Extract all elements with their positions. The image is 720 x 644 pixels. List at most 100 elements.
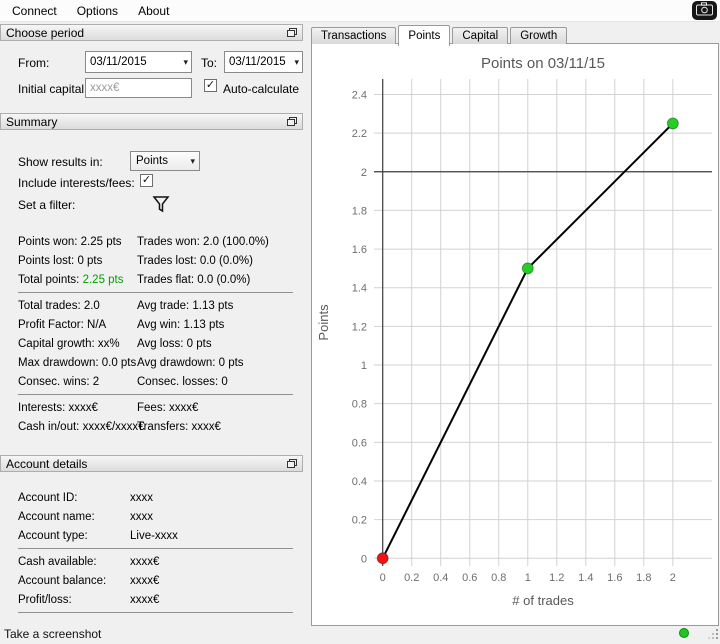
y-tick-label: 1 bbox=[361, 360, 367, 372]
account-details-header: Account details bbox=[0, 455, 303, 472]
tab-growth[interactable]: Growth bbox=[510, 27, 568, 44]
stat-interests: Interests: xxxx€ bbox=[18, 401, 98, 414]
cash-available-value: xxxx€ bbox=[130, 555, 160, 568]
tab-capital[interactable]: Capital bbox=[452, 27, 509, 44]
stat-cash-in-out: Cash in/out: xxxx€/xxxx€ bbox=[18, 420, 145, 433]
stat-total-points-label: Total points: bbox=[18, 273, 80, 286]
x-tick-label: 0.4 bbox=[433, 572, 448, 584]
y-tick-label: 1.2 bbox=[352, 321, 367, 333]
tab-transactions[interactable]: Transactions bbox=[311, 27, 397, 44]
include-interests-label: Include interests/fees: bbox=[18, 176, 135, 190]
divider bbox=[18, 612, 293, 613]
account-details-title: Account details bbox=[6, 456, 88, 471]
camera-screenshot-button[interactable] bbox=[692, 1, 717, 20]
stat-fees: Fees: xxxx€ bbox=[137, 401, 199, 414]
from-date-select[interactable]: 03/11/2015 ▾ bbox=[85, 51, 192, 73]
include-interests-checkbox[interactable]: ✓ bbox=[140, 174, 153, 187]
chart-title: Points on 03/11/15 bbox=[481, 55, 605, 72]
account-name-value: xxxx bbox=[130, 510, 153, 523]
stat-profit-factor: Profit Factor: N/A bbox=[18, 318, 107, 331]
x-tick-label: 0 bbox=[380, 572, 386, 584]
x-tick-label: 1.8 bbox=[636, 572, 651, 584]
y-axis-label: Points bbox=[316, 304, 331, 341]
profit-loss-value: xxxx€ bbox=[130, 593, 160, 606]
from-date-value: 03/11/2015 bbox=[90, 56, 147, 68]
account-balance-label: Account balance: bbox=[18, 574, 107, 587]
menu-options[interactable]: Options bbox=[67, 1, 128, 21]
x-tick-label: 0.6 bbox=[462, 572, 477, 584]
app-window: Connect Options About Choose period From… bbox=[0, 0, 720, 644]
stat-avg-drawdown: Avg drawdown: 0 pts bbox=[137, 356, 244, 369]
to-label: To: bbox=[201, 56, 218, 70]
stats-row: Total trades: 2.0 Avg trade: 1.13 pts bbox=[0, 296, 303, 315]
x-tick-label: 1.6 bbox=[607, 572, 622, 584]
detach-panel-icon[interactable] bbox=[287, 117, 297, 126]
account-type-value: Live-xxxx bbox=[130, 529, 178, 542]
y-tick-label: 2 bbox=[361, 167, 367, 179]
stats-row: Max drawdown: 0.0 pts Avg drawdown: 0 pt… bbox=[0, 353, 303, 372]
account-row: Account name: xxxx bbox=[0, 507, 303, 526]
stat-max-drawdown: Max drawdown: 0.0 pts bbox=[18, 356, 137, 369]
status-indicator-dot bbox=[679, 628, 689, 638]
data-point bbox=[376, 552, 389, 565]
menu-about[interactable]: About bbox=[128, 1, 179, 21]
detach-panel-icon[interactable] bbox=[287, 459, 297, 468]
chevron-down-icon: ▾ bbox=[294, 56, 299, 67]
stat-transfers: Transfers: xxxx€ bbox=[137, 420, 221, 433]
chevron-down-icon: ▾ bbox=[190, 155, 195, 166]
x-tick-label: 1.4 bbox=[578, 572, 593, 584]
stats-row: Consec. wins: 2 Consec. losses: 0 bbox=[0, 372, 303, 391]
account-row: Account type: Live-xxxx bbox=[0, 526, 303, 545]
stats-row: Total points: 2.25 pts Trades flat: 0.0 … bbox=[0, 270, 303, 289]
x-tick-label: 0.8 bbox=[491, 572, 506, 584]
chevron-down-icon: ▾ bbox=[183, 56, 188, 67]
account-row: Account balance: xxxx€ bbox=[0, 571, 303, 590]
take-screenshot-button[interactable]: Take a screenshot bbox=[4, 627, 101, 641]
stat-consec-losses: Consec. losses: 0 bbox=[137, 375, 228, 388]
stat-trades-lost: Trades lost: 0.0 (0.0%) bbox=[137, 254, 253, 267]
tab-bar: Transactions Points Capital Growth bbox=[311, 24, 568, 46]
account-name-label: Account name: bbox=[18, 510, 95, 523]
account-id-label: Account ID: bbox=[18, 491, 78, 504]
menu-connect[interactable]: Connect bbox=[2, 1, 67, 21]
to-date-select[interactable]: 03/11/2015 ▾ bbox=[224, 51, 303, 73]
profit-loss-label: Profit/loss: bbox=[18, 593, 72, 606]
choose-period-header: Choose period bbox=[0, 24, 303, 41]
y-tick-label: 1.6 bbox=[352, 244, 367, 256]
menu-bar: Connect Options About bbox=[0, 0, 720, 22]
y-tick-label: 0.6 bbox=[352, 437, 367, 449]
stat-trades-won: Trades won: 2.0 (100.0%) bbox=[137, 235, 269, 248]
y-tick-label: 1.8 bbox=[352, 205, 367, 217]
show-results-value: Points bbox=[136, 155, 168, 167]
data-point bbox=[666, 117, 679, 130]
filter-funnel-icon[interactable] bbox=[152, 195, 170, 217]
divider bbox=[18, 292, 293, 293]
resize-grip[interactable] bbox=[708, 629, 719, 643]
stat-total-points: Total points: 2.25 pts bbox=[0, 274, 137, 286]
x-tick-label: 1.2 bbox=[549, 572, 564, 584]
auto-calculate-checkbox[interactable]: ✓ bbox=[204, 79, 217, 92]
summary-title: Summary bbox=[6, 114, 58, 129]
show-results-select[interactable]: Points ▾ bbox=[130, 151, 200, 171]
account-type-label: Account type: bbox=[18, 529, 88, 542]
x-tick-label: 1 bbox=[525, 572, 531, 584]
x-tick-label: 0.2 bbox=[404, 572, 419, 584]
y-tick-label: 0.8 bbox=[352, 399, 367, 411]
y-tick-label: 2.2 bbox=[352, 128, 367, 140]
account-details-panel: Account details Account ID: xxxx Account… bbox=[0, 455, 303, 620]
initial-capital-input[interactable] bbox=[85, 78, 192, 98]
summary-stats: Points won: 2.25 pts Trades won: 2.0 (10… bbox=[0, 232, 303, 436]
x-axis-label: # of trades bbox=[512, 593, 574, 608]
tab-points[interactable]: Points bbox=[398, 25, 451, 46]
stat-trades-flat: Trades flat: 0.0 (0.0%) bbox=[137, 273, 251, 286]
account-balance-value: xxxx€ bbox=[130, 574, 160, 587]
stat-points-won: Points won: 2.25 pts bbox=[18, 235, 122, 248]
set-filter-label: Set a filter: bbox=[18, 198, 76, 212]
account-id-value: xxxx bbox=[130, 491, 153, 504]
detach-panel-icon[interactable] bbox=[287, 28, 297, 37]
account-row: Cash available: xxxx€ bbox=[0, 552, 303, 571]
show-results-label: Show results in: bbox=[18, 155, 103, 169]
account-row: Account ID: xxxx bbox=[0, 488, 303, 507]
stats-row: Cash in/out: xxxx€/xxxx€ Transfers: xxxx… bbox=[0, 417, 303, 436]
y-tick-label: 2.4 bbox=[352, 89, 367, 101]
